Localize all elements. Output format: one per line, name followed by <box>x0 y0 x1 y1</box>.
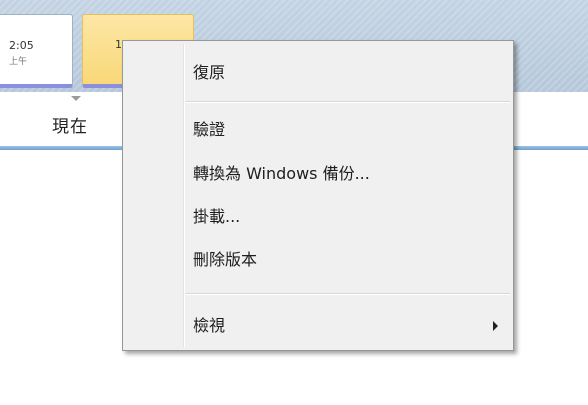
menu-gutter <box>183 44 185 347</box>
menu-item-label: 轉換為 Windows 備份... <box>193 164 370 183</box>
menu-item-restore[interactable]: 復原 <box>126 59 510 87</box>
menu-item-label: 掛載... <box>193 207 241 226</box>
menu-item-view[interactable]: 檢視 <box>126 312 510 340</box>
context-menu: 復原 驗證 轉換為 Windows 備份... 掛載... 刪除版本 檢視 <box>122 40 514 351</box>
menu-item-label: 驗證 <box>193 120 226 139</box>
menu-item-mount[interactable]: 掛載... <box>126 203 510 231</box>
menu-item-verify[interactable]: 驗證 <box>126 116 510 144</box>
tile-time: 2:05 <box>9 39 34 52</box>
menu-separator <box>185 101 510 103</box>
menu-item-convert-to-windows-backup[interactable]: 轉換為 Windows 備份... <box>126 160 510 188</box>
menu-item-delete-version[interactable]: 刪除版本 <box>126 246 510 274</box>
tile-ampm: 上午 <box>9 57 28 67</box>
now-label[interactable]: 現在 <box>52 112 88 137</box>
menu-item-label: 復原 <box>193 63 226 82</box>
timeline-tile-previous[interactable]: 2:05 上午 <box>0 14 73 88</box>
now-marker-icon <box>71 96 81 101</box>
menu-item-label: 刪除版本 <box>193 250 258 269</box>
submenu-arrow-icon <box>493 321 498 331</box>
menu-item-label: 檢視 <box>193 316 226 335</box>
menu-separator <box>185 293 510 295</box>
